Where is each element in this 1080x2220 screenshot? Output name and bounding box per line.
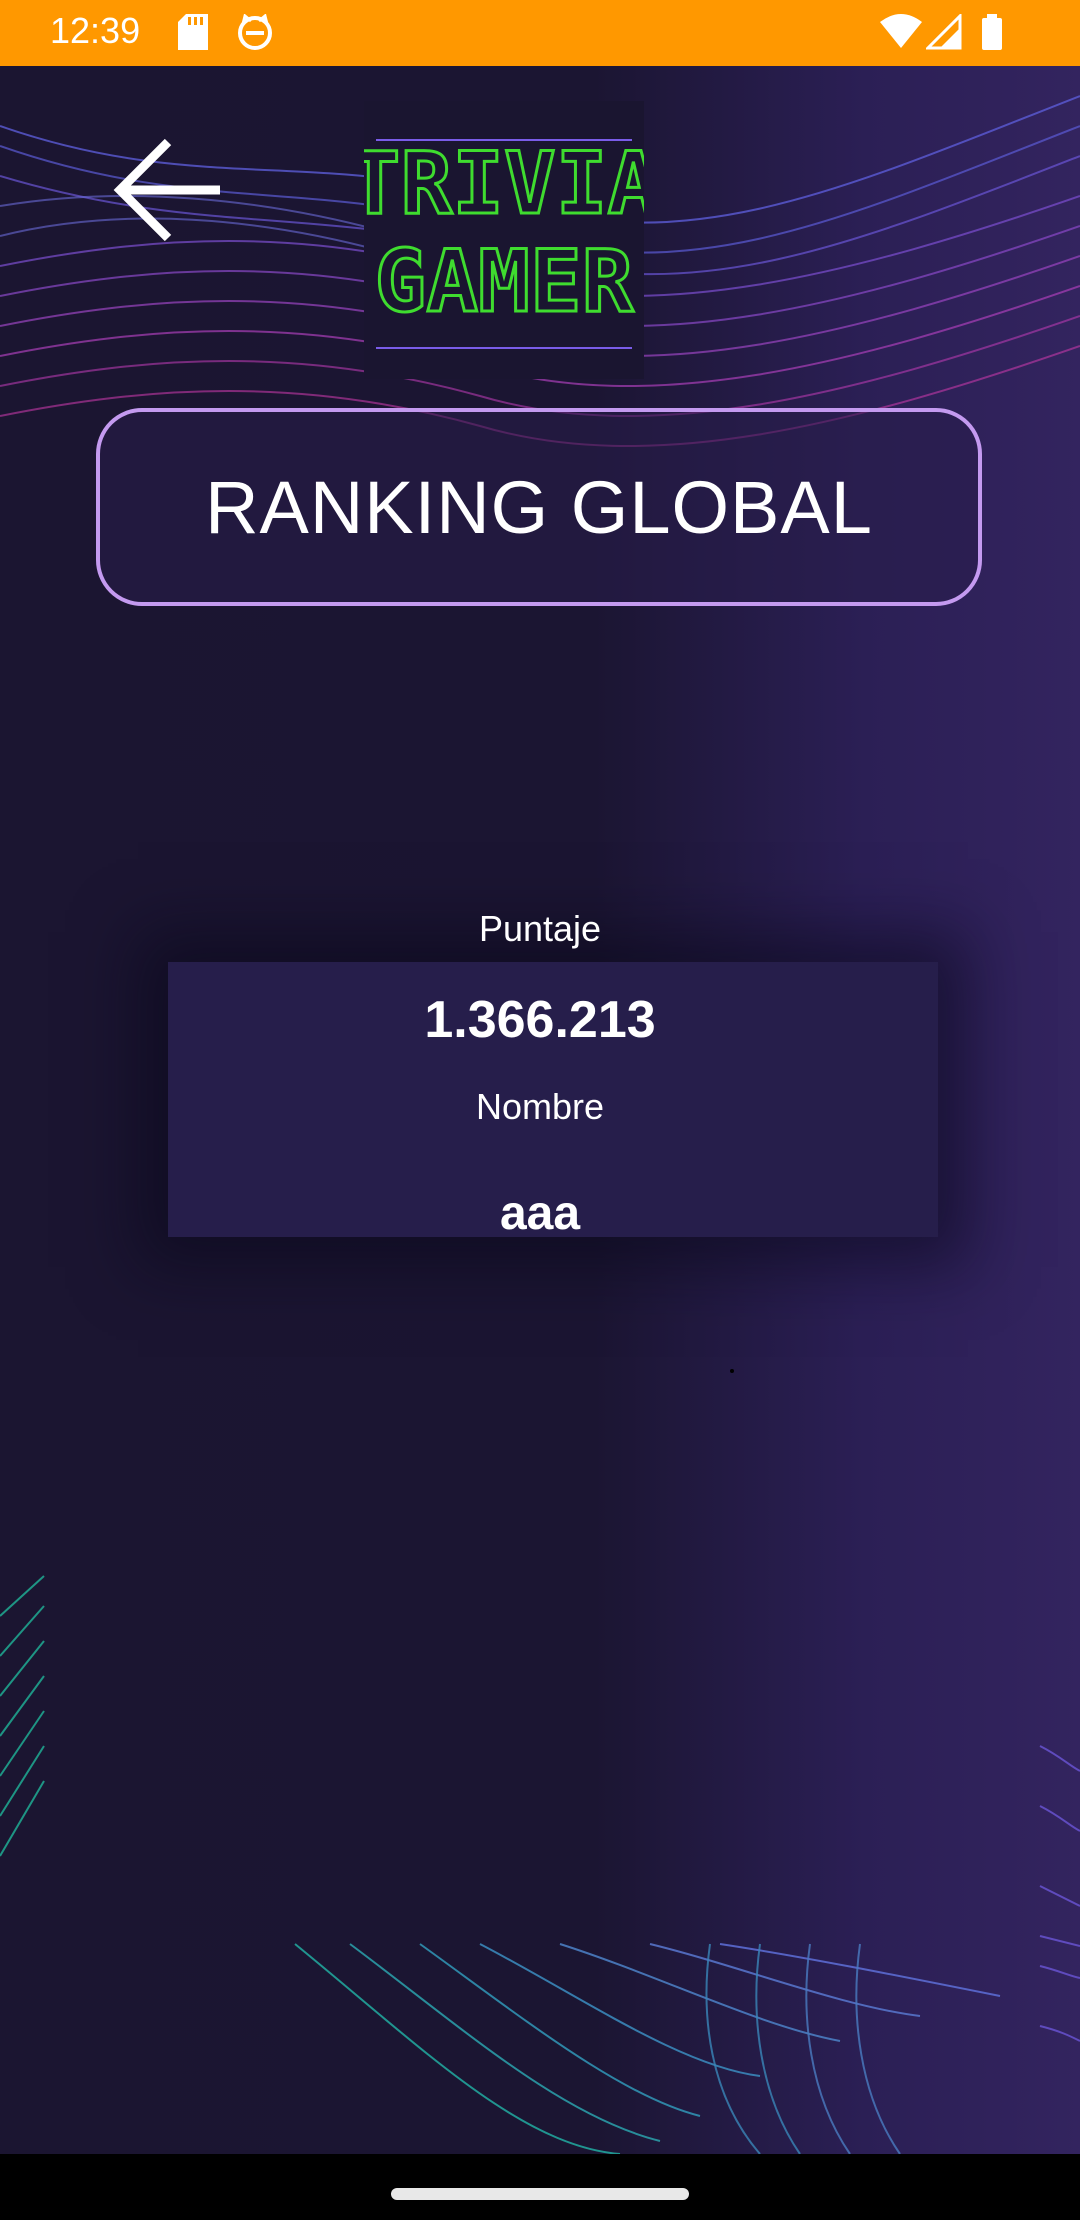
name-label: Nombre xyxy=(475,1086,605,1127)
score-value: 1.366.213 xyxy=(424,991,656,1049)
status-bar: 12:39 xyxy=(0,0,1080,66)
screen: 12:39 TRIVIA GAMER RANKING GLOBAL Puntaj… xyxy=(0,0,1080,2220)
name-value: aaa xyxy=(499,1187,581,1240)
ranking-title-box: RANKING GLOBAL xyxy=(96,408,982,606)
sd-card-icon xyxy=(178,14,208,54)
page-title: RANKING GLOBAL xyxy=(205,465,873,549)
back-button[interactable] xyxy=(108,128,232,252)
wifi-icon xyxy=(880,14,922,54)
logo-line1: TRIVIA xyxy=(364,134,644,234)
signal-icon xyxy=(924,12,962,54)
app-logo: TRIVIA GAMER xyxy=(364,101,644,379)
cat-face-icon xyxy=(236,13,274,54)
stray-dot xyxy=(730,1369,734,1373)
logo-divider-bottom xyxy=(376,347,632,349)
status-time: 12:39 xyxy=(50,10,141,51)
score-label: Puntaje xyxy=(478,908,602,949)
battery-icon xyxy=(980,14,1004,54)
arrow-left-icon xyxy=(113,138,220,242)
logo-line2: GAMER xyxy=(375,232,634,332)
home-indicator[interactable] xyxy=(391,2188,689,2200)
app-content: TRIVIA GAMER RANKING GLOBAL Puntaje 1.36… xyxy=(0,66,1080,2154)
logo-text: TRIVIA GAMER xyxy=(364,133,644,334)
navigation-bar xyxy=(0,2154,1080,2220)
